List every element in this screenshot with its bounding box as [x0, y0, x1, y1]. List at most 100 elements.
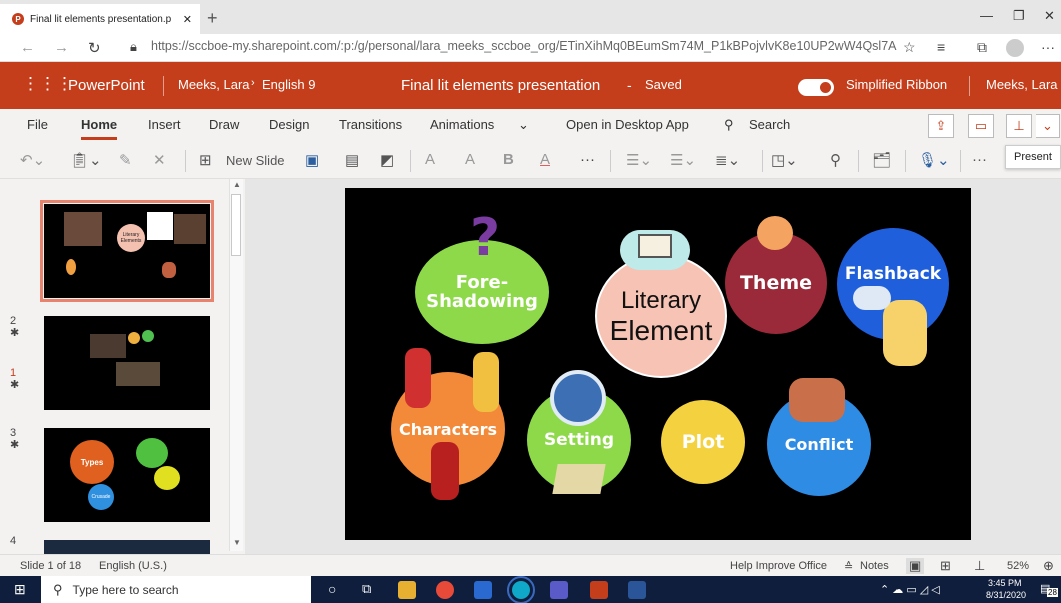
maximize-icon[interactable]: ❐: [1013, 8, 1025, 24]
tab-animations[interactable]: Animations: [430, 117, 494, 132]
bullets-icon[interactable]: ☰⌄: [626, 151, 652, 169]
clock-icon: [550, 370, 606, 426]
slide-thumbnail[interactable]: Types Crusade: [44, 428, 210, 522]
new-slide-icon[interactable]: ⊞: [199, 151, 212, 169]
thumb-number: 3: [10, 427, 17, 439]
clock-date[interactable]: 8/31/2020: [986, 590, 1026, 600]
status-bar: Slide 1 of 18 English (U.S.) Help Improv…: [0, 554, 1061, 576]
tab-design[interactable]: Design: [269, 117, 309, 132]
close-tab-icon[interactable]: ✕: [183, 13, 192, 26]
collections-icon[interactable]: ⧉: [977, 39, 987, 56]
edge-icon[interactable]: [507, 576, 535, 603]
scroll-down-icon[interactable]: ▼: [233, 538, 241, 547]
favorite-star-icon[interactable]: ☆: [903, 39, 916, 56]
paste-icon[interactable]: 📋︎⌄: [70, 151, 102, 169]
file-explorer-icon[interactable]: [398, 581, 416, 599]
breadcrumb-folder[interactable]: English 9: [262, 77, 315, 92]
align-icon[interactable]: ≣⌄: [715, 151, 740, 169]
grow-font-button[interactable]: A: [425, 151, 435, 168]
scroll-up-icon[interactable]: ▲: [233, 180, 241, 189]
breadcrumb-chevron-icon: ›: [251, 77, 255, 89]
tab-home[interactable]: Home: [81, 117, 118, 140]
more-tabs-chevron-icon[interactable]: ⌄: [518, 117, 529, 133]
new-tab-icon[interactable]: +: [207, 8, 218, 29]
tab-title: Final lit elements presentation.p: [30, 13, 172, 25]
tab-insert[interactable]: Insert: [148, 117, 181, 132]
url-field[interactable]: https://sccboe-my.sharepoint.com/:p:/g/p…: [151, 39, 896, 53]
new-slide-button[interactable]: New Slide: [226, 153, 285, 168]
reuse-slides-icon[interactable]: ▣: [305, 151, 319, 169]
document-title[interactable]: Final lit elements presentation: [401, 77, 600, 94]
tray-icons[interactable]: ⌃ ☁ ▭ ◿ ◁: [880, 583, 940, 596]
windows-start-icon[interactable]: ⊞: [14, 581, 26, 598]
slide-thumbnail[interactable]: [44, 540, 210, 554]
shapes-icon[interactable]: ◳⌄: [771, 151, 798, 169]
app-name[interactable]: PowerPoint: [68, 77, 145, 94]
app-launcher-icon[interactable]: ⋮⋮⋮: [22, 74, 73, 94]
notes-button[interactable]: Notes: [860, 560, 889, 572]
breadcrumb-user[interactable]: Meeks, Lara: [178, 77, 250, 92]
fit-slide-icon[interactable]: ⊕: [1043, 558, 1054, 574]
normal-view-icon[interactable]: ▣: [906, 558, 925, 574]
search-icon: ⚲: [53, 581, 63, 597]
outlook-icon[interactable]: [474, 581, 492, 599]
tab-draw[interactable]: Draw: [209, 117, 239, 132]
find-icon[interactable]: ⚲: [830, 151, 841, 169]
favorites-icon[interactable]: ≡: [937, 39, 945, 55]
format-painter-icon[interactable]: ✎: [119, 151, 132, 169]
simplified-ribbon-toggle[interactable]: [798, 79, 834, 96]
reading-view-icon[interactable]: ⊥: [974, 558, 985, 574]
notification-count: 28: [1047, 588, 1058, 597]
scrollbar-thumb[interactable]: [231, 194, 241, 256]
tab-transitions[interactable]: Transitions: [339, 117, 402, 132]
zoom-level[interactable]: 52%: [1007, 560, 1029, 572]
more-font-button[interactable]: ···: [580, 151, 595, 168]
slide-sorter-icon[interactable]: ⊞: [940, 558, 951, 574]
comments-icon[interactable]: ▭: [968, 114, 994, 138]
clear-icon[interactable]: ✕: [153, 151, 166, 169]
slide-thumbnail[interactable]: [44, 316, 210, 410]
taskbar-search-input[interactable]: ⚲ Type here to search: [41, 576, 311, 603]
more-options-button[interactable]: ···: [972, 151, 987, 168]
numbering-icon[interactable]: ☰⌄: [670, 151, 696, 169]
share-icon[interactable]: ⇪: [928, 114, 954, 138]
shape-icon[interactable]: ◩: [380, 151, 394, 169]
current-slide[interactable]: Fore- Shadowing ? Literary Element Theme…: [345, 188, 971, 540]
designer-icon[interactable]: 🗂︎: [872, 151, 891, 169]
chrome-icon[interactable]: [436, 581, 454, 599]
plot-circle[interactable]: Plot: [661, 400, 745, 484]
task-view-icon[interactable]: ⧉: [362, 581, 371, 597]
minimize-icon[interactable]: —: [980, 8, 993, 23]
literary-element-circle[interactable]: Literary Element: [595, 254, 727, 378]
teams-icon[interactable]: [550, 581, 568, 599]
cortana-icon[interactable]: ○: [328, 581, 336, 597]
slide-thumbnail[interactable]: Literary Elements: [40, 200, 214, 302]
dictate-icon[interactable]: 🎙︎⌄: [918, 151, 950, 169]
present-chevron-icon[interactable]: ⌄: [1036, 114, 1060, 138]
open-desktop-app[interactable]: Open in Desktop App: [566, 117, 689, 132]
close-window-icon[interactable]: ✕: [1044, 8, 1055, 24]
account-name[interactable]: Meeks, Lara: [986, 77, 1058, 92]
notes-icon[interactable]: ≙: [844, 560, 853, 573]
layout-icon[interactable]: ▤: [345, 151, 359, 169]
search-input[interactable]: Search: [749, 117, 790, 132]
powerpoint-taskbar-icon[interactable]: [590, 581, 608, 599]
font-color-button[interactable]: A: [540, 151, 550, 168]
browser-tab[interactable]: P Final lit elements presentation.p ✕: [0, 4, 200, 34]
undo-icon[interactable]: ↶⌄: [20, 151, 45, 169]
more-icon[interactable]: ···: [1041, 39, 1055, 55]
thumb-number: 1: [10, 367, 17, 379]
profile-avatar[interactable]: [1006, 39, 1024, 57]
present-icon[interactable]: ⊥: [1006, 114, 1032, 138]
refresh-icon[interactable]: ↻: [88, 39, 101, 57]
bold-button[interactable]: B: [503, 151, 514, 168]
tab-file[interactable]: File: [27, 117, 48, 132]
help-improve-link[interactable]: Help Improve Office: [730, 560, 827, 572]
word-icon[interactable]: [628, 581, 646, 599]
language[interactable]: English (U.S.): [99, 560, 167, 572]
forward-icon[interactable]: →: [54, 39, 69, 56]
back-icon[interactable]: ←: [20, 39, 35, 56]
shrink-font-button[interactable]: A: [465, 151, 475, 168]
clock-time[interactable]: 3:45 PM: [988, 578, 1022, 588]
animation-star-icon: ✱: [10, 439, 20, 451]
